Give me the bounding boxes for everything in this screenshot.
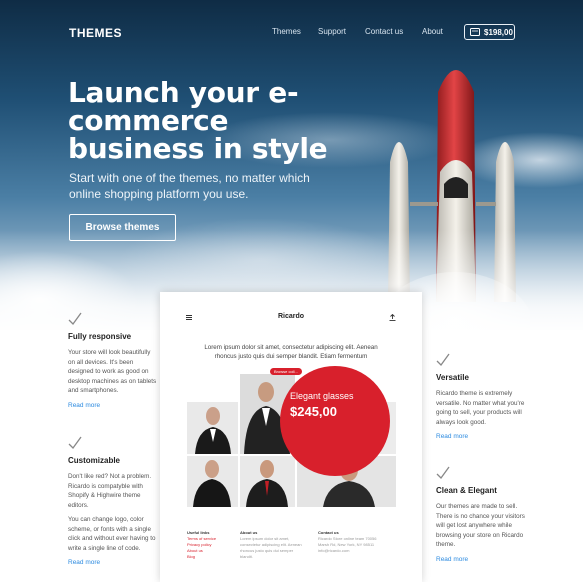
preview-footer-about: About us Lorem ipsum dolor sit amet, con… xyxy=(240,530,304,560)
read-more-link[interactable]: Read more xyxy=(436,556,526,563)
checkmark-icon xyxy=(436,466,450,479)
promo-circle[interactable]: Elegant glasses $245,00 xyxy=(280,366,390,476)
cart-icon xyxy=(470,28,480,36)
feature-desc: Don't like red? Not a problem. Ricardo i… xyxy=(68,473,152,509)
feature-title: Versatile xyxy=(436,373,469,382)
checkmark-icon xyxy=(68,436,82,449)
nav-support[interactable]: Support xyxy=(318,27,346,36)
promo-title: Elegant glasses xyxy=(290,391,354,401)
feature-customizable: Customizable Don't like red? Not a probl… xyxy=(68,436,158,566)
read-more-link[interactable]: Read more xyxy=(68,402,158,409)
site-logo[interactable]: THEMES xyxy=(69,26,122,40)
feature-clean-elegant: Clean & Elegant Our themes are made to s… xyxy=(436,466,526,563)
feature-desc: Your store will look beautifully on all … xyxy=(68,349,157,394)
cart-button[interactable]: $198,00 xyxy=(464,24,515,40)
hero-headline: Launch your e-commerce business in style xyxy=(68,76,328,165)
footer-text: Ricardo Store online team 70056 Marsh Rd… xyxy=(318,536,377,553)
browse-themes-button[interactable]: Browse themes xyxy=(69,214,176,241)
preview-footer-links: Useful links Terms of service Privacy po… xyxy=(187,530,235,560)
read-more-link[interactable]: Read more xyxy=(436,433,526,440)
read-more-link[interactable]: Read more xyxy=(68,559,158,566)
feature-desc: Ricardo theme is extremely versatile. No… xyxy=(436,390,525,426)
product-photo xyxy=(240,456,295,507)
nav-themes[interactable]: Themes xyxy=(272,27,301,36)
feature-fully-responsive: Fully responsive Your store will look be… xyxy=(68,312,158,409)
feature-title: Customizable xyxy=(68,456,121,465)
checkmark-icon xyxy=(436,353,450,366)
checkmark-icon xyxy=(68,312,82,325)
hero-subline: Start with one of the themes, no matter … xyxy=(69,171,310,201)
footer-link[interactable]: Blog xyxy=(187,554,235,560)
nav-contact-us[interactable]: Contact us xyxy=(365,27,403,36)
feature-title: Clean & Elegant xyxy=(436,486,497,495)
nav-about[interactable]: About xyxy=(422,27,443,36)
feature-desc: Our themes are made to sell. There is no… xyxy=(436,503,525,548)
feature-title: Fully responsive xyxy=(68,332,132,341)
preview-intro-text: Lorem ipsum dolor sit amet, consectetur … xyxy=(204,344,378,360)
footer-text: Lorem ipsum dolor sit amet, consectetur … xyxy=(240,536,302,559)
theme-preview: Ricardo Lorem ipsum dolor sit amet, cons… xyxy=(160,292,422,582)
feature-desc-2: You can change logo, color scheme, or fo… xyxy=(68,516,156,552)
cart-total: $198,00 xyxy=(484,27,513,37)
promo-price: $245,00 xyxy=(290,404,337,419)
product-photo xyxy=(187,456,238,507)
feature-versatile: Versatile Ricardo theme is extremely ver… xyxy=(436,353,526,440)
preview-footer-contact: Contact us Ricardo Store online team 700… xyxy=(318,530,388,554)
product-photo xyxy=(187,402,238,454)
browse-collection-pill[interactable]: Browse coll... xyxy=(270,368,302,375)
upload-icon[interactable] xyxy=(389,314,396,321)
preview-brand: Ricardo xyxy=(277,313,305,320)
